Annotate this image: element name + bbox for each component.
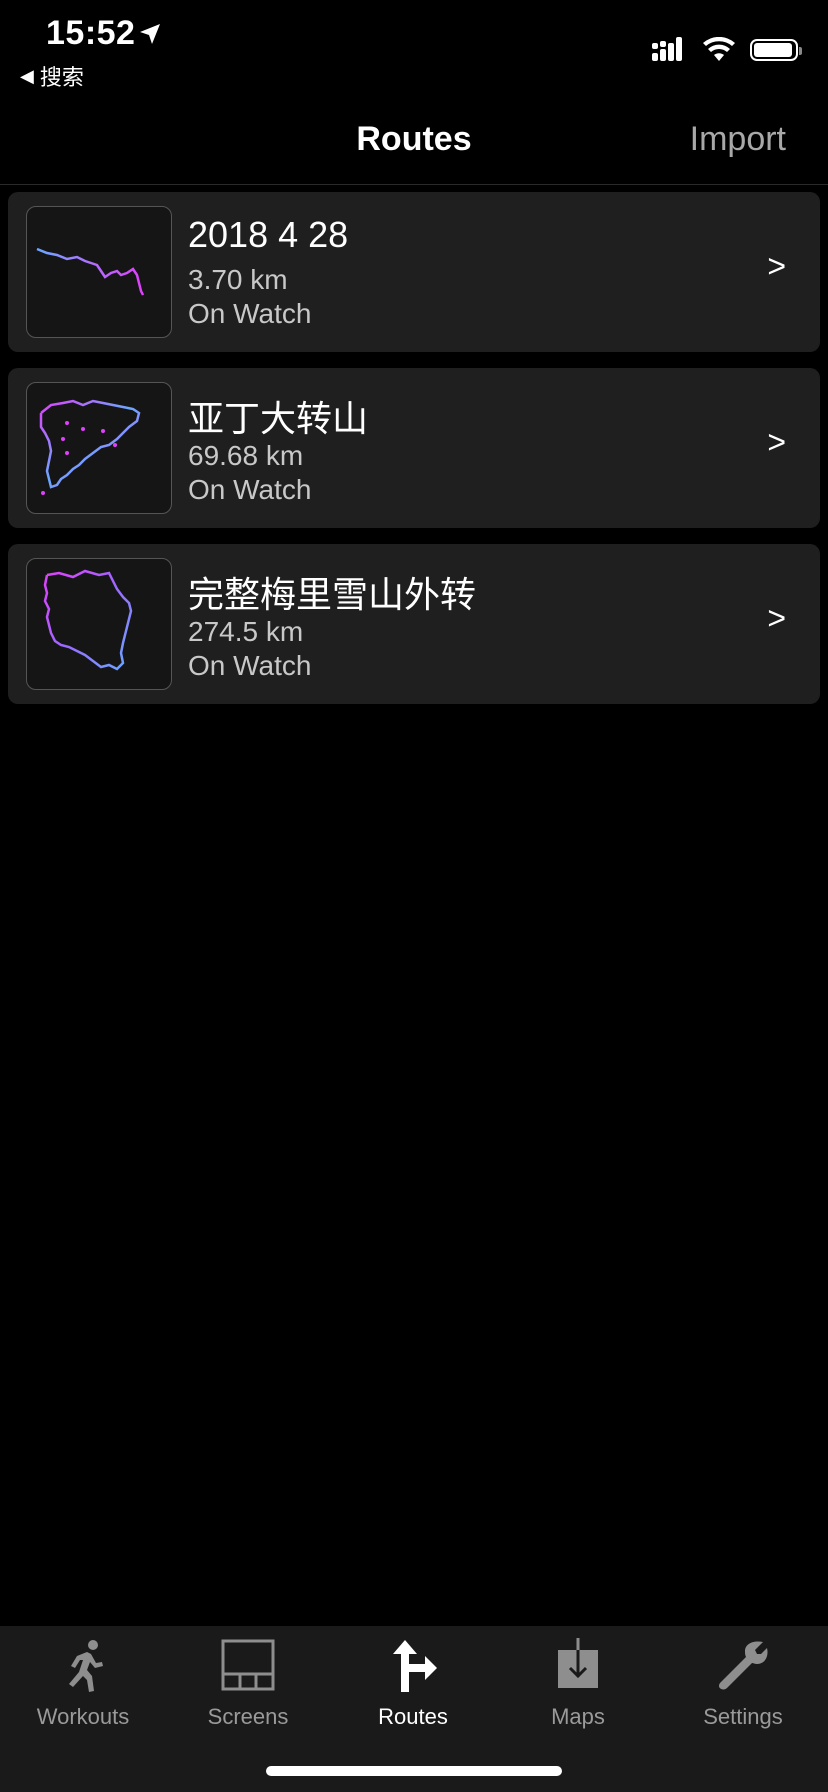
route-distance: 69.68 km xyxy=(188,440,304,471)
navigation-bar: Routes Import xyxy=(0,90,828,185)
chevron-right-icon: > xyxy=(767,600,786,636)
back-to-search-link[interactable]: ◀ 搜索 xyxy=(20,60,84,92)
route-row[interactable]: 亚丁大转山 69.68 km On Watch > xyxy=(8,368,820,528)
status-indicators xyxy=(652,34,802,66)
tab-screens[interactable]: Screens xyxy=(173,1636,323,1730)
route-path-preview xyxy=(39,399,141,495)
location-arrow-icon xyxy=(140,24,160,44)
tab-label: Workouts xyxy=(36,1704,130,1729)
wifi-icon xyxy=(703,37,735,61)
tab-routes[interactable]: Routes xyxy=(338,1636,488,1730)
chevron-right-icon: > xyxy=(767,424,786,460)
route-thumbnail xyxy=(26,206,172,338)
wrench-icon xyxy=(719,1641,768,1690)
import-button[interactable]: Import xyxy=(690,120,786,159)
cellular-signal-icon xyxy=(652,37,682,61)
route-row[interactable]: 完整梅里雪山外转 274.5 km On Watch > xyxy=(8,544,820,704)
back-link-label: 搜索 xyxy=(39,65,84,90)
route-distance: 3.70 km xyxy=(188,264,288,295)
route-path-preview xyxy=(43,569,133,671)
route-thumbnail xyxy=(26,382,172,514)
route-distance: 274.5 km xyxy=(188,616,304,647)
tab-maps[interactable]: Maps xyxy=(503,1636,653,1730)
routes-list: 2018 4 28 3.70 km On Watch > 亚丁大转山 69.68… xyxy=(8,192,820,720)
route-name: 亚丁大转山 xyxy=(188,398,369,439)
route-name: 2018 4 28 xyxy=(188,214,349,255)
screens-layout-icon xyxy=(221,1639,275,1691)
tab-label: Maps xyxy=(551,1704,605,1729)
tab-label: Settings xyxy=(703,1704,783,1729)
route-location: On Watch xyxy=(188,474,312,505)
status-time: 15:52 xyxy=(46,14,136,52)
chevron-right-icon: > xyxy=(767,248,786,284)
route-row[interactable]: 2018 4 28 3.70 km On Watch > xyxy=(8,192,820,352)
map-download-icon xyxy=(558,1638,598,1688)
tab-label: Screens xyxy=(207,1704,289,1729)
status-bar: 15:52 ◀ 搜索 xyxy=(0,0,828,90)
route-name: 完整梅里雪山外转 xyxy=(188,574,477,615)
route-thumbnail xyxy=(26,558,172,690)
tab-settings[interactable]: Settings xyxy=(668,1636,818,1730)
route-path-preview xyxy=(36,247,145,296)
tab-label: Routes xyxy=(378,1704,448,1729)
battery-icon xyxy=(750,39,802,61)
running-person-icon xyxy=(69,1640,103,1692)
route-location: On Watch xyxy=(188,298,312,329)
tab-workouts[interactable]: Workouts xyxy=(8,1636,158,1730)
route-turn-arrow-icon xyxy=(393,1640,437,1692)
route-location: On Watch xyxy=(188,650,312,681)
back-triangle-icon: ◀ xyxy=(20,65,34,86)
home-indicator[interactable] xyxy=(266,1766,562,1776)
